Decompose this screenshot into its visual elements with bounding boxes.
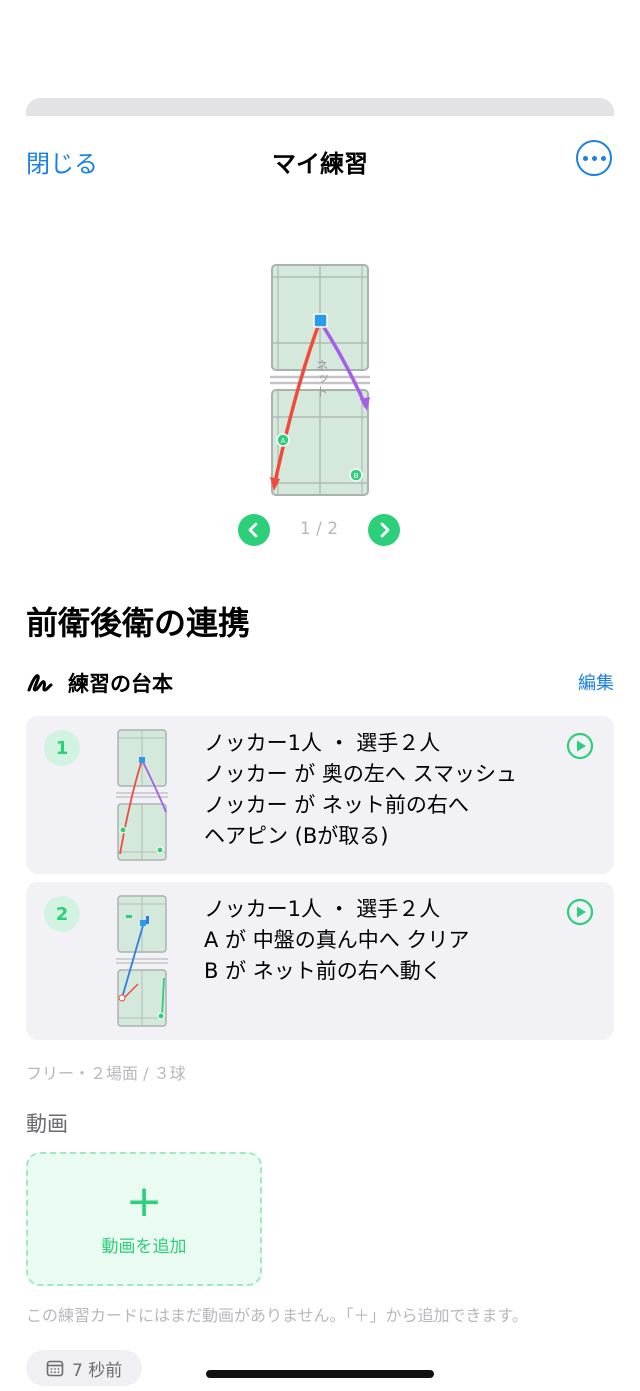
scene-pager: 1 / 2 [238, 512, 402, 548]
sheet-top-edge [26, 98, 614, 116]
play-circle-icon[interactable] [566, 898, 594, 926]
step-description: ノッカー1人 ・ 選手２人 A が 中盤の真ん中へ クリア B が ネット前の右… [204, 894, 469, 987]
player-a-marker: A [281, 437, 286, 445]
page-indicator: 1 / 2 [299, 519, 339, 539]
step-line: ノッカー1人 ・ 選手２人 [204, 731, 441, 755]
drill-summary: フリー・２場面 / ３球 [26, 1064, 186, 1083]
navigation-bar: 閉じる マイ練習 [0, 140, 640, 180]
script-step[interactable]: 2 ノッカー1人 ・ 選手２人 A が 中盤の真ん中へ クリア B が ネット前… [26, 882, 614, 1040]
step-line: A が 中盤の真ん中へ クリア [204, 928, 470, 952]
video-empty-note: この練習カードにはまだ動画がありません。「＋」から追加できます。 [26, 1306, 528, 1325]
step-line: ノッカー が ネット前の右へ [204, 793, 469, 817]
signature-icon [27, 674, 53, 692]
drill-title: 前衛後衛の連携 [26, 604, 251, 642]
chevron-left-icon [248, 522, 258, 538]
step-line: ノッカー1人 ・ 選手２人 [204, 897, 441, 921]
net-label: ネット [313, 359, 328, 398]
previous-scene-button[interactable] [238, 514, 270, 546]
step-description: ノッカー1人 ・ 選手２人 ノッカー が 奥の左へ スマッシュ ノッカー が ネ… [204, 728, 517, 852]
play-circle-icon[interactable] [566, 732, 594, 760]
court-diagram: ネット A B [270, 264, 370, 496]
step-number: 1 [44, 730, 80, 766]
next-scene-button[interactable] [368, 514, 400, 546]
step-line: ノッカー が 奥の左へ スマッシュ [204, 762, 517, 786]
chevron-right-icon [380, 522, 390, 538]
home-indicator[interactable] [206, 1370, 434, 1378]
add-video-button[interactable]: + 動画を追加 [26, 1152, 262, 1286]
edit-script-button[interactable]: 編集 [578, 669, 614, 695]
step-line: ヘアピン (Bが取る) [204, 824, 389, 848]
script-step[interactable]: 1 ノッカー1人 ・ 選手２人 ノッカー が 奥の左へ スマッシュ ノッカー が… [26, 716, 614, 874]
step-court-thumbnail [116, 729, 168, 861]
updated-time-text: 7 秒前 [72, 1360, 123, 1381]
step-court-thumbnail [116, 895, 168, 1027]
ellipsis-circle-icon[interactable] [576, 140, 612, 176]
video-section-heading: 動画 [26, 1112, 68, 1136]
plus-icon: + [125, 1176, 163, 1227]
page-title: マイ練習 [272, 150, 368, 178]
calendar-icon [46, 1360, 64, 1377]
player-b-marker: B [354, 472, 359, 480]
add-video-label: 動画を追加 [101, 1237, 187, 1257]
script-header: 練習の台本 編集 [26, 666, 614, 698]
step-number: 2 [44, 896, 80, 932]
script-label: 練習の台本 [68, 672, 173, 696]
updated-time-badge: 7 秒前 [26, 1350, 143, 1386]
step-line: B が ネット前の右へ動く [204, 959, 442, 983]
